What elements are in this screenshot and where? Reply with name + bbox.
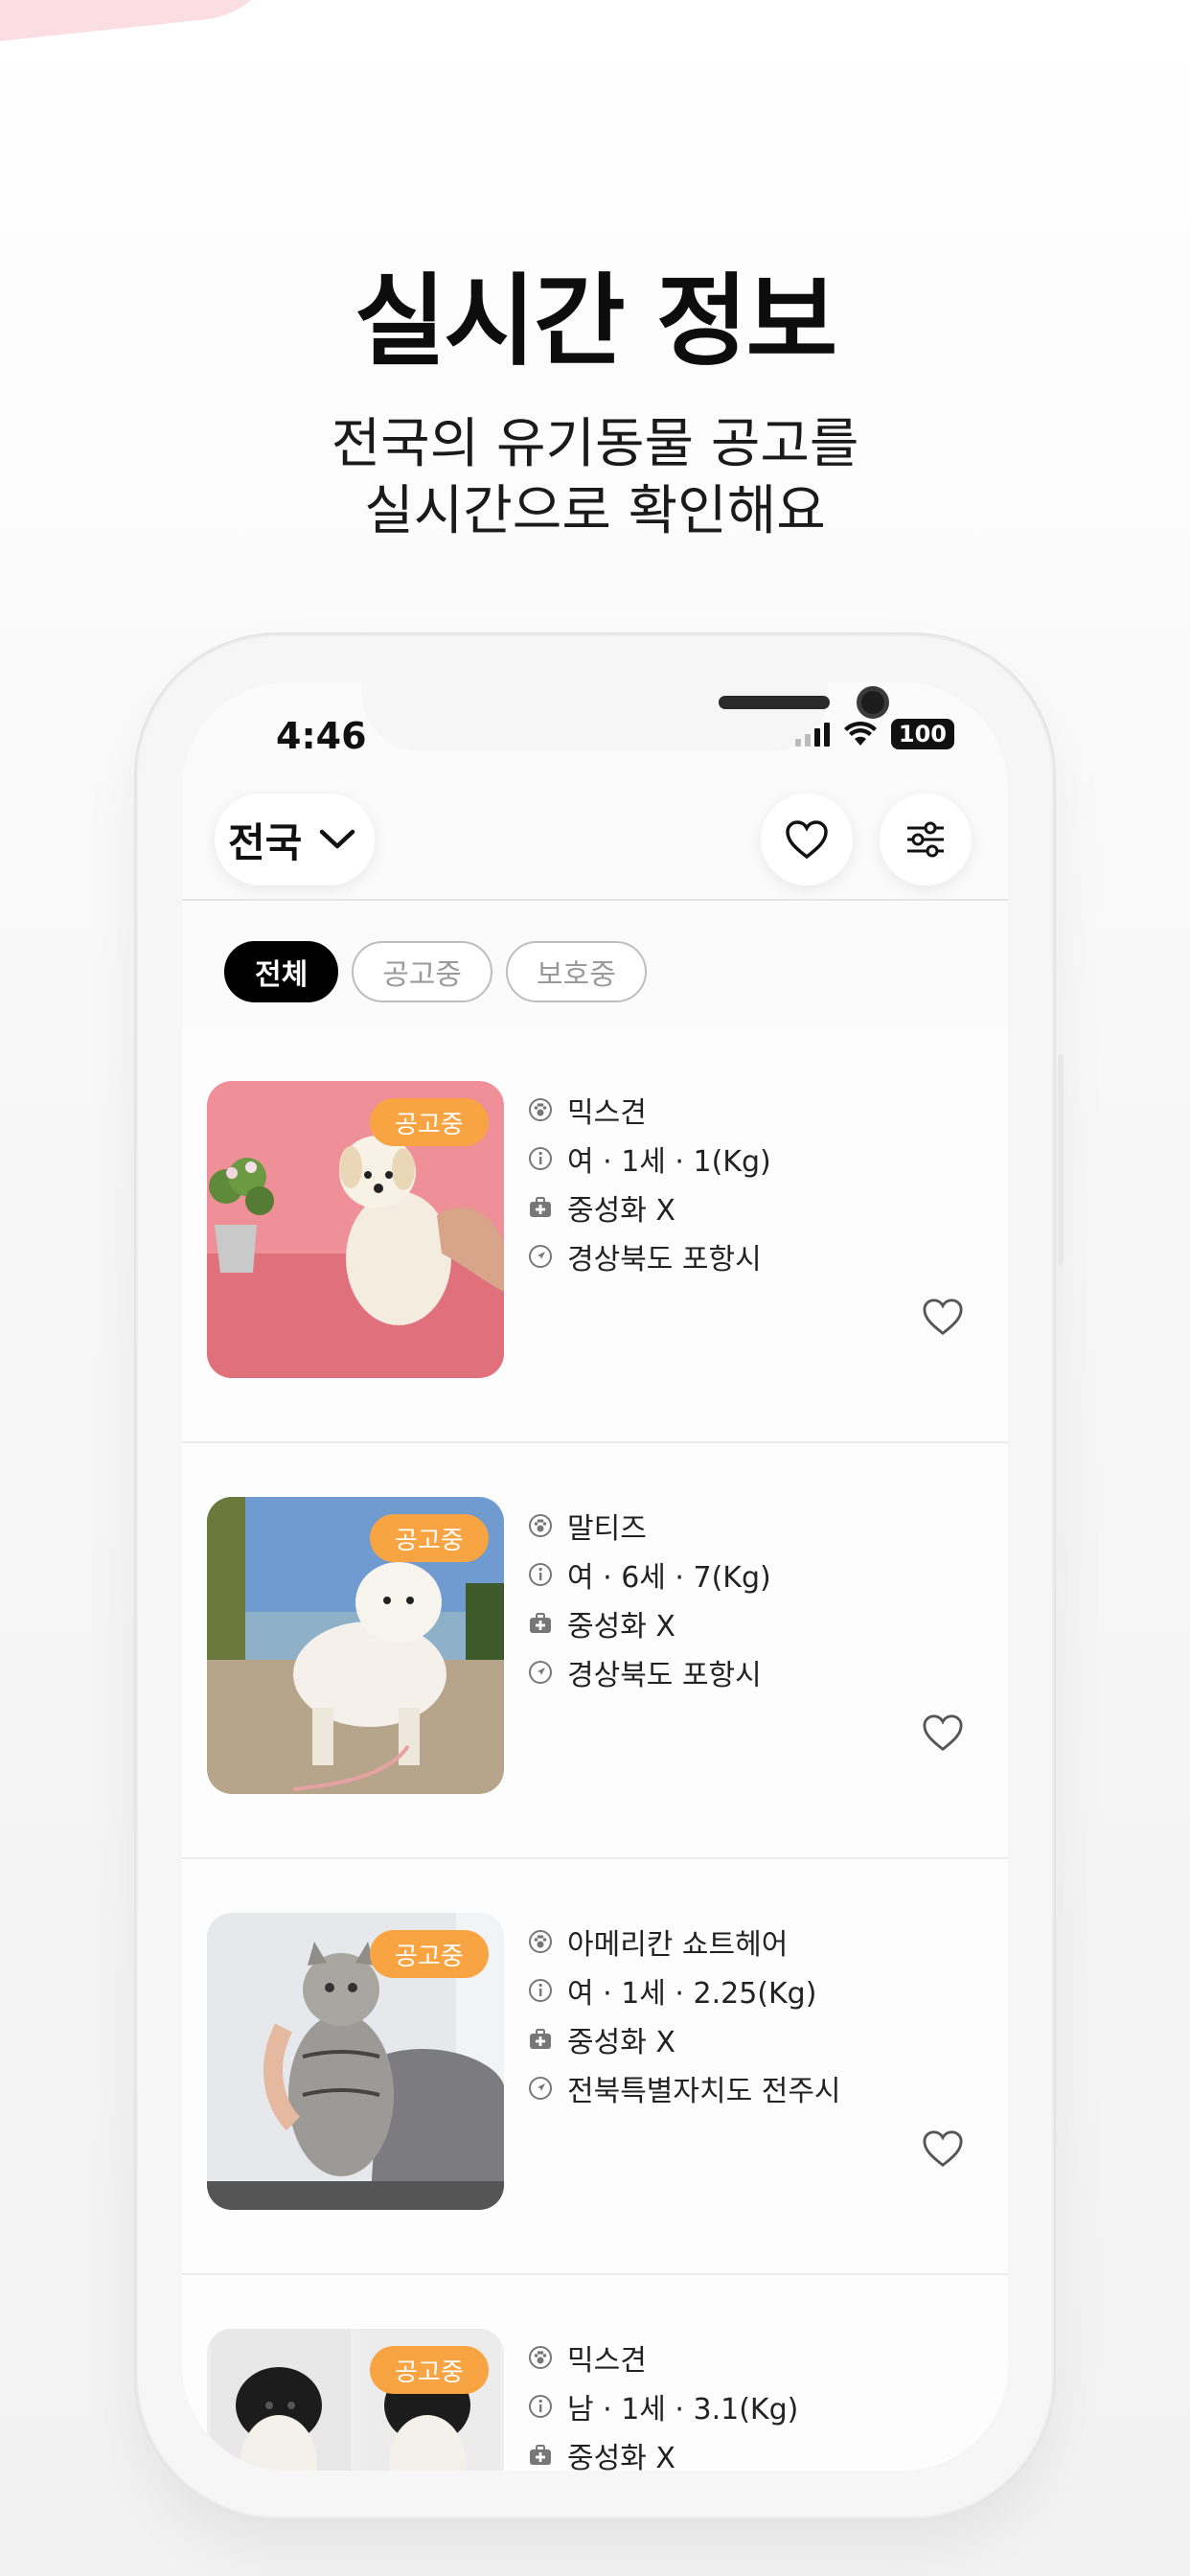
animal-photo: 공고중 [207, 2329, 504, 2471]
info-icon [527, 1977, 554, 2004]
paw-icon [527, 1512, 554, 1539]
heart-icon[interactable] [922, 2128, 964, 2170]
animal-card[interactable]: 공고중 믹스견 여 · 1세 · 1(Kg) 중성화 X 경상북도 포항시 [182, 1027, 1008, 1443]
phone-side-button [1058, 1054, 1064, 1265]
medical-kit-icon [527, 2442, 554, 2469]
animal-info: 믹스견 남 · 1세 · 3.1(Kg) 중성화 X [527, 2333, 798, 2471]
hero-subtitle: 전국의 유기동물 공고를 실시간으로 확인해요 [0, 411, 1190, 545]
filter-chip-notice[interactable]: 공고중 [352, 941, 493, 1002]
animal-info: 믹스견 여 · 1세 · 1(Kg) 중성화 X 경상북도 포항시 [527, 1085, 771, 1280]
animal-photo: 공고중 [207, 1497, 504, 1794]
status-time: 4:46 [276, 715, 367, 757]
notch [362, 682, 889, 751]
hero-subtitle-line1: 전국의 유기동물 공고를 [331, 413, 859, 475]
breed-text: 믹스견 [567, 2343, 647, 2378]
sliders-icon [907, 821, 944, 858]
breed-text: 아메리칸 쇼트헤어 [567, 1927, 789, 1962]
paw-icon [527, 1928, 554, 1955]
filter-chip-all[interactable]: 전체 [224, 941, 339, 1002]
breed-text: 믹스견 [567, 1095, 647, 1130]
status-icons: 100 [794, 719, 954, 749]
medical-kit-icon [527, 1194, 554, 1221]
paw-icon [527, 1096, 554, 1123]
heart-icon [786, 820, 828, 860]
location-icon [527, 1243, 554, 1270]
location-icon [527, 1659, 554, 1686]
neutered-text: 중성화 X [567, 1193, 675, 1228]
filter-chip-protected[interactable]: 보호중 [506, 941, 647, 1002]
hero-title: 실시간 정보 [354, 263, 838, 380]
details-text: 여 · 1세 · 1(Kg) [567, 1144, 771, 1179]
status-badge: 공고중 [370, 2346, 489, 2394]
region-selector[interactable]: 전국 [215, 794, 376, 886]
speaker [719, 696, 830, 709]
region-label: 전국 [228, 818, 303, 866]
battery-indicator: 100 [890, 719, 954, 749]
chevron-down-icon [320, 829, 355, 849]
hero: 실시간 정보 전국의 유기동물 공고를 실시간으로 확인해요 [0, 240, 1190, 545]
hero-subtitle-line2: 실시간으로 확인해요 [364, 480, 826, 542]
animal-info: 아메리칸 쇼트헤어 여 · 1세 · 2.25(Kg) 중성화 X 전북특별자치… [527, 1917, 841, 2112]
filter-chips: 전체 공고중 보호중 [224, 941, 647, 1002]
details-text: 여 · 6세 · 7(Kg) [567, 1560, 771, 1595]
neutered-text: 중성화 X [567, 1609, 675, 1644]
heart-icon[interactable] [922, 1712, 964, 1754]
medical-kit-icon [527, 2026, 554, 2053]
status-badge: 공고중 [370, 1930, 489, 1978]
top-bar: 전국 [182, 778, 1008, 899]
animal-list: 공고중 믹스견 여 · 1세 · 1(Kg) 중성화 X 경상북도 포항시 공고… [182, 1027, 1008, 2471]
paw-icon [527, 2344, 554, 2371]
info-icon [527, 1561, 554, 1588]
info-icon [527, 1145, 554, 1172]
heart-icon[interactable] [922, 1296, 964, 1338]
location-text: 전북특별자치도 전주시 [567, 2074, 841, 2108]
location-text: 경상북도 포항시 [567, 1658, 762, 1692]
neutered-text: 중성화 X [567, 2441, 675, 2472]
status-badge: 공고중 [370, 1098, 489, 1146]
wifi-icon [843, 721, 877, 746]
header-divider [182, 899, 1008, 901]
animal-card[interactable]: 공고중 말티즈 여 · 6세 · 7(Kg) 중성화 X 경상북도 포항시 [182, 1443, 1008, 1859]
neutered-text: 중성화 X [567, 2025, 675, 2059]
location-text: 경상북도 포항시 [567, 1242, 762, 1276]
filter-settings-button[interactable] [880, 794, 972, 886]
signal-icon [794, 722, 830, 747]
animal-info: 말티즈 여 · 6세 · 7(Kg) 중성화 X 경상북도 포항시 [527, 1501, 771, 1696]
medical-kit-icon [527, 1610, 554, 1637]
animal-photo: 공고중 [207, 1081, 504, 1378]
corner-decoration [0, 0, 291, 47]
front-camera [857, 686, 889, 719]
animal-photo: 공고중 [207, 1913, 504, 2210]
location-icon [527, 2075, 554, 2102]
details-text: 여 · 1세 · 2.25(Kg) [567, 1976, 817, 2011]
animal-card[interactable]: 공고중 믹스견 남 · 1세 · 3.1(Kg) 중성화 X [182, 2275, 1008, 2471]
breed-text: 말티즈 [567, 1511, 647, 1546]
favorites-button[interactable] [761, 794, 853, 886]
details-text: 남 · 1세 · 3.1(Kg) [567, 2392, 799, 2426]
phone-screen: 4:46 100 전국 전체 공고중 보호중 공고중 믹스견 여 · 1세 · … [182, 682, 1008, 2471]
info-icon [527, 2393, 554, 2420]
animal-card[interactable]: 공고중 아메리칸 쇼트헤어 여 · 1세 · 2.25(Kg) 중성화 X 전북… [182, 1859, 1008, 2275]
status-badge: 공고중 [370, 1514, 489, 1562]
